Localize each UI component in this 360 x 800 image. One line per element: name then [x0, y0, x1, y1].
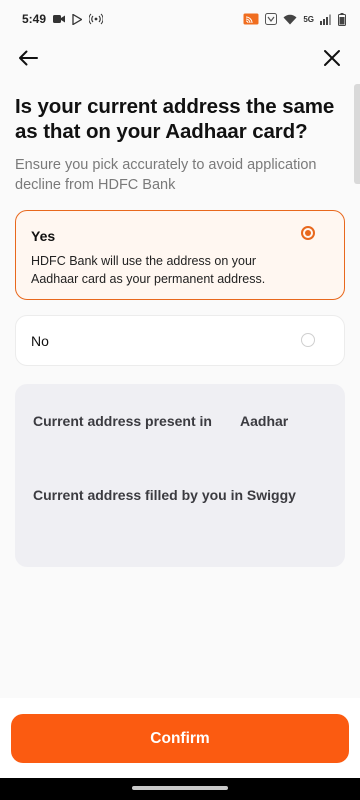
status-left: 5:49 [22, 12, 104, 26]
status-time: 5:49 [22, 12, 47, 26]
top-nav [0, 38, 360, 78]
page-subtitle: Ensure you pick accurately to avoid appl… [15, 157, 317, 193]
status-bar: 5:49 5G [0, 0, 360, 38]
signal-icon [320, 14, 332, 25]
network-type-label: 5G [303, 14, 314, 24]
confirm-button[interactable]: Confirm [11, 714, 349, 763]
address-present-value: Aadhar [240, 413, 289, 429]
wifi-icon [283, 14, 297, 25]
address-present-label: Current address present in [33, 413, 212, 429]
scrollbar[interactable] [354, 84, 360, 184]
option-no[interactable]: No [15, 315, 345, 366]
volte-icon [265, 13, 278, 25]
status-right: 5G [243, 12, 346, 26]
hotspot-icon [89, 13, 104, 25]
address-info-box: Current address present in Aadhar Curren… [15, 384, 345, 567]
close-icon [324, 50, 340, 66]
page-title: Is your current address the same as that… [15, 95, 335, 143]
close-button[interactable] [316, 42, 348, 74]
option-no-label: No [31, 333, 49, 349]
arrow-left-icon [19, 50, 38, 66]
option-yes-description: HDFC Bank will use the address on your A… [31, 254, 266, 286]
battery-icon [338, 12, 346, 26]
radio-selected-icon[interactable] [301, 226, 315, 240]
option-yes[interactable]: Yes HDFC Bank will use the address on yo… [15, 210, 345, 300]
address-filled-label: Current address filled by you in Swiggy [33, 487, 296, 503]
play-store-icon [72, 13, 83, 25]
video-call-icon [53, 14, 66, 24]
home-indicator[interactable] [132, 786, 228, 790]
radio-unselected-icon[interactable] [301, 333, 315, 347]
back-button[interactable] [12, 42, 44, 74]
cast-icon [243, 13, 259, 25]
option-yes-label: Yes [31, 228, 56, 244]
